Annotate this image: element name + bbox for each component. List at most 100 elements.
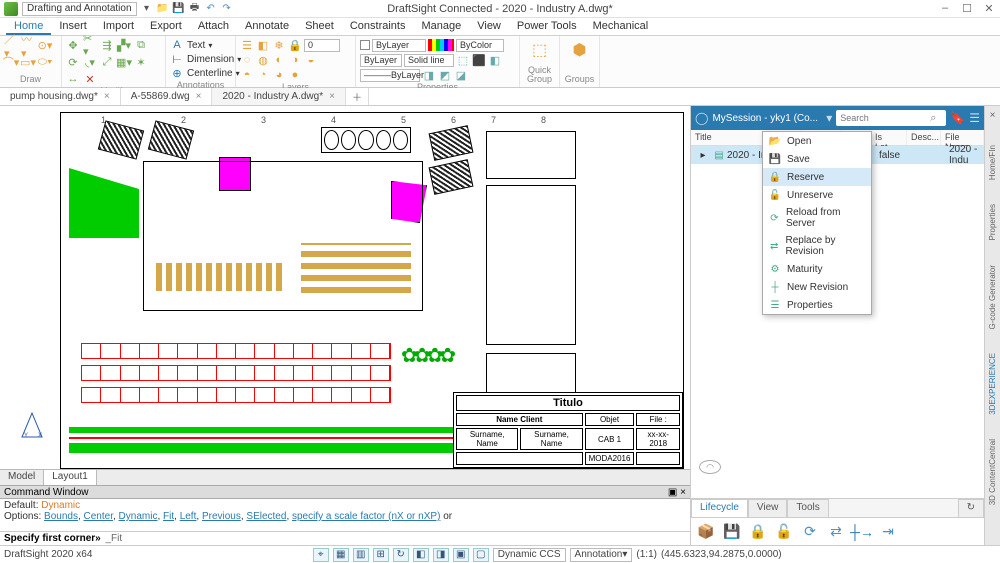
color-swatch[interactable]	[360, 40, 370, 50]
quickgroup-icon[interactable]: ⬚	[528, 38, 552, 62]
sb-icon[interactable]: ↻	[393, 548, 409, 562]
lc-pkg-icon[interactable]: 📦	[697, 523, 715, 541]
tab-annotate[interactable]: Annotate	[237, 18, 297, 35]
tab-powertools[interactable]: Power Tools	[509, 18, 585, 35]
tag-icon[interactable]: 🔖	[950, 111, 965, 125]
colorbar-icon[interactable]	[428, 39, 454, 51]
prop-tool5-icon[interactable]: ◩	[438, 68, 452, 82]
file-tab[interactable]: pump housing.dwg*×	[0, 88, 121, 105]
strip-tab[interactable]: Home/FIn	[988, 145, 997, 180]
prop-tool3-icon[interactable]: ◧	[488, 53, 502, 67]
model-tab[interactable]: Model	[0, 470, 44, 485]
sb-icon[interactable]: ⌖	[313, 548, 329, 562]
lc-graph-icon[interactable]: ┼→	[853, 523, 871, 541]
layer-lock-icon[interactable]: 🔒	[288, 38, 302, 52]
layer-icon[interactable]: ☰	[240, 38, 254, 52]
lineweight-select[interactable]: ——— ByLayer	[360, 69, 420, 82]
sb-scale[interactable]: (1:1)	[636, 549, 657, 560]
text-label[interactable]: Text	[187, 40, 205, 51]
scale-icon[interactable]: ⤢	[100, 55, 114, 69]
prop-tool2-icon[interactable]: ⬛	[472, 53, 486, 67]
layer-tool1-icon[interactable]: ◌	[240, 53, 254, 67]
fillet-icon[interactable]: ◟▾	[83, 55, 97, 69]
lc-export-icon[interactable]: ⇥	[879, 523, 897, 541]
bycolor-select[interactable]: ByColor	[456, 39, 504, 52]
tab-mechanical[interactable]: Mechanical	[585, 18, 657, 35]
drawing-viewport[interactable]: 1 2 3 4 5 6 7 8	[60, 112, 684, 469]
sb-annotation[interactable]: Annotation ▾	[570, 548, 633, 562]
sb-dynccs[interactable]: Dynamic CCS	[493, 548, 566, 562]
cmdwin-close-icon[interactable]: ▣ ×	[668, 487, 686, 498]
col-filename[interactable]: File Name	[941, 130, 984, 145]
linetype-select[interactable]: Solid line	[404, 54, 454, 67]
strip-tab[interactable]: 3DEXPERIENCE	[988, 353, 997, 415]
arc-icon[interactable]: ⌒▾	[4, 55, 18, 69]
strip-tab[interactable]: G-code Generator	[988, 265, 997, 329]
session-title[interactable]: MySession - yky1 (Co...	[712, 113, 822, 124]
prop-tool1-icon[interactable]: ⬚	[456, 53, 470, 67]
lc-save-icon[interactable]: 💾	[723, 523, 741, 541]
rotate-icon[interactable]: ⟳	[66, 55, 80, 69]
rect-icon[interactable]: ▭▾	[21, 55, 35, 69]
circle-icon[interactable]: ⊙▾	[38, 38, 52, 52]
lc-lock-icon[interactable]: 🔒	[749, 523, 767, 541]
stretch-icon[interactable]: ↔	[66, 72, 80, 86]
search-input[interactable]	[840, 113, 930, 123]
layer-tool5-icon[interactable]: ◒	[304, 53, 318, 67]
close-icon[interactable]: ×	[104, 91, 110, 102]
layout-tab[interactable]: Layout1	[44, 470, 97, 485]
array-icon[interactable]: ▦▾	[117, 55, 131, 69]
lc-replace-icon[interactable]: ⇄	[827, 523, 845, 541]
centerline-icon[interactable]: ⊕	[170, 66, 184, 80]
strip-tab[interactable]: 3D ContentCentral	[988, 439, 997, 505]
expand-icon[interactable]: ▸	[695, 148, 711, 162]
layer-tool9-icon[interactable]: ●	[288, 68, 302, 82]
undo-icon[interactable]: ↶	[205, 3, 217, 15]
menu-icon[interactable]: ☰	[969, 111, 980, 125]
tab-attach[interactable]: Attach	[190, 18, 237, 35]
search-box[interactable]: ⌕	[836, 110, 946, 126]
layer-tool4-icon[interactable]: ◑	[288, 53, 302, 67]
col-desc[interactable]: Desc...	[907, 130, 941, 145]
layer-state-icon[interactable]: ◧	[256, 38, 270, 52]
prop-tool4-icon[interactable]: ◨	[422, 68, 436, 82]
file-tab[interactable]: A-55869.dwg×	[121, 88, 213, 105]
ctx-maturity[interactable]: ⚙Maturity	[763, 260, 871, 278]
copy-icon[interactable]: ⧉	[134, 38, 148, 52]
layer-select[interactable]: 0	[304, 39, 340, 52]
sb-icon[interactable]: ◨	[433, 548, 449, 562]
delete-icon[interactable]: ✕	[83, 72, 97, 86]
print-icon[interactable]: 🖶	[189, 3, 201, 15]
explode-icon[interactable]: ✶	[134, 55, 148, 69]
offset-icon[interactable]: ⇶	[100, 38, 114, 52]
tab-tools[interactable]: Tools	[787, 499, 828, 517]
command-window-header[interactable]: Command Window▣ ×	[0, 485, 690, 499]
ctx-replace[interactable]: ⇄Replace by Revision	[763, 232, 871, 260]
ctx-reload[interactable]: ⟳Reload from Server	[763, 204, 871, 232]
close-icon[interactable]: ×	[329, 91, 335, 102]
tab-manage[interactable]: Manage	[413, 18, 469, 35]
tab-view[interactable]: View	[469, 18, 509, 35]
cl-label[interactable]: Centerline	[187, 68, 233, 79]
ctx-properties[interactable]: ☰Properties	[763, 296, 871, 314]
groups-icon[interactable]: ⬢	[568, 38, 592, 62]
tab-constraints[interactable]: Constraints	[342, 18, 414, 35]
maximize-button[interactable]: ☐	[960, 2, 974, 15]
minimize-button[interactable]: –	[938, 2, 952, 15]
search-icon[interactable]: ⌕	[930, 112, 936, 125]
ctx-newrev[interactable]: ┼New Revision	[763, 278, 871, 296]
layer-freeze-icon[interactable]: ❄	[272, 38, 286, 52]
layer-tool3-icon[interactable]: ◐	[272, 53, 286, 67]
prop-tool6-icon[interactable]: ◪	[454, 68, 468, 82]
chevron-down-icon[interactable]: ▾	[826, 111, 832, 125]
polyline-icon[interactable]: 〰▾	[21, 38, 35, 52]
dim-label[interactable]: Dimension	[187, 54, 234, 65]
ctx-reserve[interactable]: 🔒Reserve	[763, 168, 871, 186]
layer-tool7-icon[interactable]: ◔	[256, 68, 270, 82]
sb-icon[interactable]: ▦	[333, 548, 349, 562]
tab-sheet[interactable]: Sheet	[297, 18, 342, 35]
strip-tab[interactable]: Properties	[988, 204, 997, 240]
layer-tool2-icon[interactable]: ◍	[256, 53, 270, 67]
ctx-open[interactable]: 📂Open	[763, 132, 871, 150]
tab-export[interactable]: Export	[142, 18, 190, 35]
